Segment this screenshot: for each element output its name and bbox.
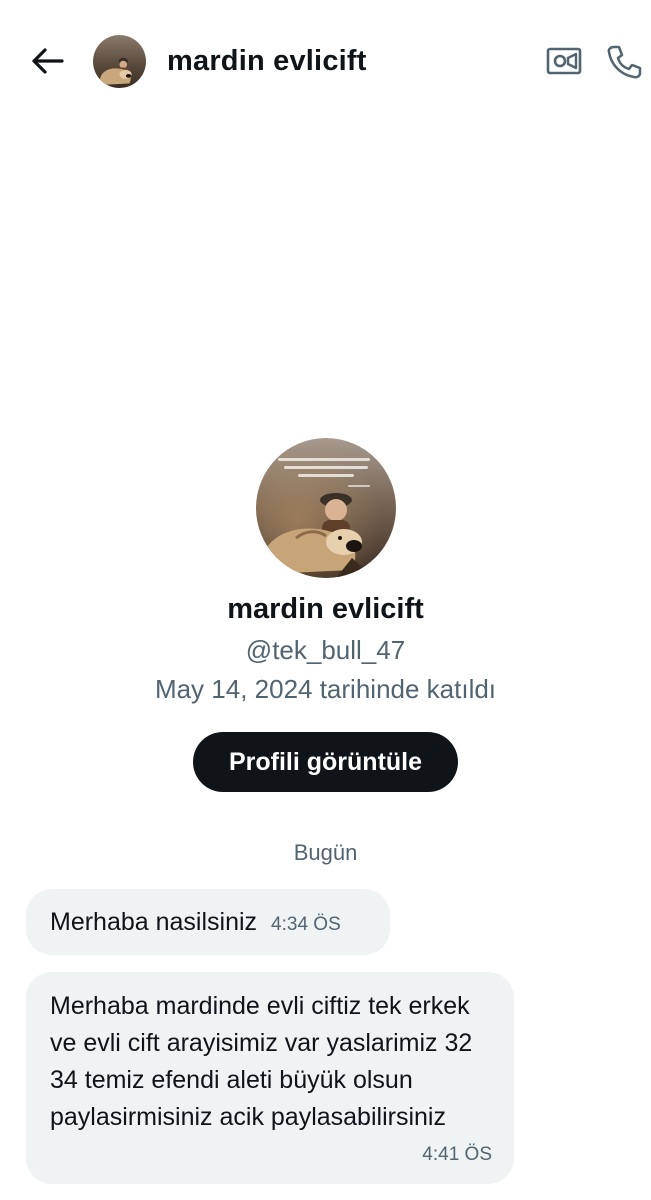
video-camera-icon bbox=[546, 47, 582, 75]
back-button[interactable] bbox=[28, 44, 66, 78]
profile-handle: @tek_bull_47 bbox=[245, 635, 406, 665]
header-avatar[interactable] bbox=[93, 35, 146, 88]
video-call-button[interactable] bbox=[545, 42, 583, 80]
phone-icon bbox=[607, 45, 642, 79]
message-text: Merhaba mardinde evli ciftiz tek erkek v… bbox=[50, 992, 473, 1131]
message-timestamp: 4:41 ÖS bbox=[422, 1144, 492, 1165]
date-divider: Bugün bbox=[293, 840, 358, 865]
profile-avatar[interactable] bbox=[256, 438, 396, 578]
message-timestamp: 4:34 ÖS bbox=[271, 914, 341, 935]
conversation-header: mardin evlicift bbox=[0, 0, 651, 122]
message-text: Merhaba nasilsiniz bbox=[50, 908, 258, 936]
arrow-left-icon bbox=[32, 48, 64, 74]
voice-call-button[interactable] bbox=[604, 42, 644, 82]
profile-joined-date: May 14, 2024 tarihinde katıldı bbox=[154, 674, 497, 704]
chat-title: mardin evlicift bbox=[167, 45, 367, 77]
view-profile-button[interactable]: Profili görüntüle bbox=[193, 732, 458, 792]
message-bubble[interactable]: Merhaba nasilsiniz 4:34 ÖS bbox=[26, 889, 390, 955]
message-bubble[interactable]: Merhaba mardinde evli ciftiz tek erkek v… bbox=[26, 972, 514, 1184]
profile-name: mardin evlicift bbox=[227, 593, 424, 625]
